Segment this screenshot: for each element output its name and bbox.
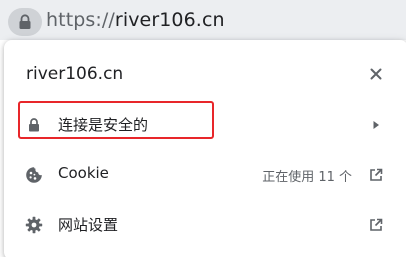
close-icon <box>370 68 382 80</box>
url-scheme: https:// <box>46 9 115 31</box>
lock-icon <box>19 14 31 29</box>
lock-icon <box>24 115 44 135</box>
gear-icon <box>24 215 44 235</box>
close-button[interactable] <box>366 64 386 84</box>
address-bar: https://river106.cn <box>0 0 406 40</box>
cookie-label: Cookie <box>58 164 109 182</box>
chevron-right-icon <box>366 115 386 135</box>
popup-title: river106.cn <box>26 64 124 84</box>
url-text[interactable]: https://river106.cn <box>46 9 225 31</box>
connection-secure-row[interactable]: 连接是安全的 <box>4 103 406 147</box>
cookie-icon <box>24 165 44 185</box>
cookie-row[interactable]: Cookie 正在使用 11 个 <box>4 153 406 197</box>
cookie-count: 正在使用 11 个 <box>262 170 352 185</box>
browser-window: https://river106.cn river106.cn 连接是安全的 C… <box>0 0 406 257</box>
connection-secure-label: 连接是安全的 <box>58 116 149 134</box>
site-settings-label: 网站设置 <box>58 216 119 234</box>
site-info-button[interactable] <box>8 8 42 36</box>
site-settings-row[interactable]: 网站设置 <box>4 203 406 247</box>
url-host: river106.cn <box>114 9 225 31</box>
site-info-popup: river106.cn 连接是安全的 Cookie 正在使用 11 个 网站设置 <box>4 40 406 257</box>
open-in-new-icon <box>366 165 386 185</box>
open-in-new-icon <box>366 215 386 235</box>
